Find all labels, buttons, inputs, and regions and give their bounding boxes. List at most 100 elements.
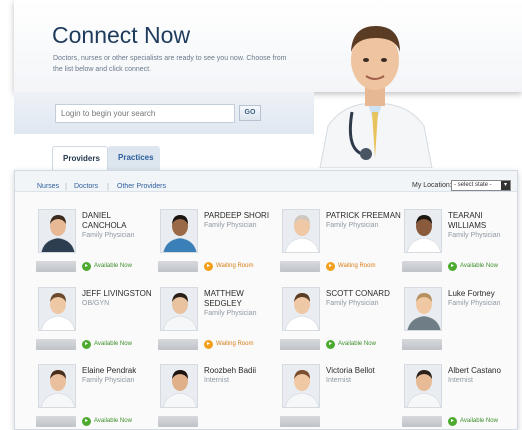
connect-bar[interactable] xyxy=(280,416,320,427)
provider-photo[interactable] xyxy=(404,364,442,408)
provider-name[interactable]: DANIEL CANCHOLA xyxy=(82,211,157,231)
provider-status[interactable]: ▸ Available Now xyxy=(82,261,132,272)
provider-photo[interactable] xyxy=(160,364,198,408)
provider-role: Family Physician xyxy=(82,377,135,384)
provider-status-label: Available Now xyxy=(460,418,498,424)
provider-status-label: Available Now xyxy=(460,263,498,269)
provider-role: Internist xyxy=(448,377,473,384)
page-subtitle: Doctors, nurses or other specialists are… xyxy=(53,55,287,73)
location-select-value: - select state - xyxy=(454,182,492,188)
provider-card[interactable]: JEFF LIVINGSTON OB/GYN ▸ Available Now xyxy=(36,287,158,359)
provider-photo[interactable] xyxy=(160,209,198,253)
provider-name[interactable]: PARDEEP SHORI xyxy=(204,211,279,221)
provider-card[interactable]: PARDEEP SHORI Family Physician ▸ Waiting Ro… xyxy=(158,209,280,281)
provider-photo[interactable] xyxy=(38,287,76,331)
connect-bar[interactable] xyxy=(158,339,198,350)
status-arrow-icon: ▸ xyxy=(82,340,91,349)
connect-bar[interactable] xyxy=(402,416,442,427)
provider-role: Internist xyxy=(204,377,229,384)
provider-photo[interactable] xyxy=(404,287,442,331)
provider-status[interactable]: ▸ Waiting Room xyxy=(204,339,253,350)
provider-name[interactable]: PATRICK FREEMAN xyxy=(326,211,401,221)
connect-bar[interactable] xyxy=(280,261,320,272)
provider-role: Family Physician xyxy=(204,222,257,229)
doctor-hero-image xyxy=(319,26,433,168)
provider-status-label: Waiting Room xyxy=(338,263,376,269)
status-arrow-icon: ▸ xyxy=(326,340,335,349)
provider-photo[interactable] xyxy=(38,364,76,408)
filter-separator: | xyxy=(107,182,110,191)
status-arrow-icon: ▸ xyxy=(204,340,213,349)
provider-card[interactable]: TEARANI WILLIAMS Family Physician ▸ Availab… xyxy=(402,209,522,281)
provider-status-label: Available Now xyxy=(338,341,376,347)
status-arrow-icon: ▸ xyxy=(448,262,457,271)
provider-role: Internist xyxy=(326,377,351,384)
provider-status[interactable]: ▸ Waiting Room xyxy=(326,261,375,272)
provider-photo[interactable] xyxy=(282,287,320,331)
provider-name[interactable]: JEFF LIVINGSTON xyxy=(82,289,157,299)
tab-practices[interactable]: Practices xyxy=(108,146,160,170)
provider-card[interactable]: DANIEL CANCHOLA Family Physician ▸ Availabl… xyxy=(36,209,158,281)
go-button[interactable]: GO xyxy=(239,105,261,121)
provider-card[interactable]: Elaine Pendrak Family Physician ▸ Available… xyxy=(36,364,158,430)
connect-bar[interactable] xyxy=(402,261,442,272)
provider-role: Family Physician xyxy=(204,310,257,317)
provider-card[interactable]: PATRICK FREEMAN Family Physician ▸ Waiting … xyxy=(280,209,402,281)
provider-card[interactable]: Luke Fortney Family Physician xyxy=(402,287,522,359)
provider-role: Family Physician xyxy=(326,222,379,229)
provider-photo[interactable] xyxy=(282,364,320,408)
chevron-down-icon: ▾ xyxy=(501,181,510,190)
status-arrow-icon: ▸ xyxy=(204,262,213,271)
provider-role: Family Physician xyxy=(326,300,379,307)
provider-status-label: Available Now xyxy=(94,341,132,347)
provider-role: OB/GYN xyxy=(82,300,110,307)
provider-name[interactable]: Albert Castano xyxy=(448,366,522,376)
connect-bar[interactable] xyxy=(158,261,198,272)
provider-status-label: Waiting Room xyxy=(216,341,254,347)
connect-bar[interactable] xyxy=(36,261,76,272)
status-arrow-icon: ▸ xyxy=(82,417,91,426)
connect-bar[interactable] xyxy=(402,339,442,350)
page-title: Connect Now xyxy=(52,22,191,48)
provider-name[interactable]: Roozbeh Badii xyxy=(204,366,279,376)
provider-role: Family Physician xyxy=(448,300,501,307)
provider-status[interactable]: ▸ Waiting Room xyxy=(204,261,253,272)
provider-role: Family Physician xyxy=(82,232,135,239)
provider-card[interactable]: Albert Castano Internist ▸ Available Now xyxy=(402,364,522,430)
provider-card[interactable]: Roozbeh Badii Internist xyxy=(158,364,280,430)
provider-name[interactable]: Elaine Pendrak xyxy=(82,366,157,376)
provider-status[interactable]: ▸ Available Now xyxy=(82,416,132,427)
provider-photo[interactable] xyxy=(160,287,198,331)
provider-photo[interactable] xyxy=(404,209,442,253)
filter-nurses-link[interactable]: Nurses xyxy=(37,183,59,190)
provider-photo[interactable] xyxy=(282,209,320,253)
provider-photo[interactable] xyxy=(38,209,76,253)
provider-name[interactable]: TEARANI WILLIAMS xyxy=(448,211,522,231)
provider-role: Family Physician xyxy=(448,232,501,239)
provider-name[interactable]: Luke Fortney xyxy=(448,289,522,299)
status-arrow-icon: ▸ xyxy=(326,262,335,271)
status-arrow-icon: ▸ xyxy=(82,262,91,271)
connect-bar[interactable] xyxy=(158,416,198,427)
provider-name[interactable]: Victoria Bellot xyxy=(326,366,401,376)
filter-other-providers-link[interactable]: Other Providers xyxy=(117,183,166,190)
filter-separator: | xyxy=(65,182,68,191)
provider-status-label: Waiting Room xyxy=(216,263,254,269)
provider-card[interactable]: SCOTT CONARD Family Physician ▸ Available N… xyxy=(280,287,402,359)
search-input[interactable] xyxy=(55,104,235,123)
provider-name[interactable]: MATTHEW SEDGLEY xyxy=(204,289,279,309)
provider-status-label: Available Now xyxy=(94,418,132,424)
provider-card[interactable]: MATTHEW SEDGLEY Family Physician ▸ Waiting … xyxy=(158,287,280,359)
provider-card[interactable]: Victoria Bellot Internist xyxy=(280,364,402,430)
provider-status[interactable]: ▸ Available Now xyxy=(326,339,376,350)
tab-providers[interactable]: Providers xyxy=(52,146,108,170)
provider-status[interactable]: ▸ Available Now xyxy=(448,261,498,272)
location-select[interactable]: - select state - ▾ xyxy=(451,180,511,191)
connect-bar[interactable] xyxy=(280,339,320,350)
connect-bar[interactable] xyxy=(36,416,76,427)
filter-doctors-link[interactable]: Doctors xyxy=(74,183,98,190)
provider-name[interactable]: SCOTT CONARD xyxy=(326,289,401,299)
connect-bar[interactable] xyxy=(36,339,76,350)
provider-status[interactable]: ▸ Available Now xyxy=(448,416,498,427)
provider-status[interactable]: ▸ Available Now xyxy=(82,339,132,350)
